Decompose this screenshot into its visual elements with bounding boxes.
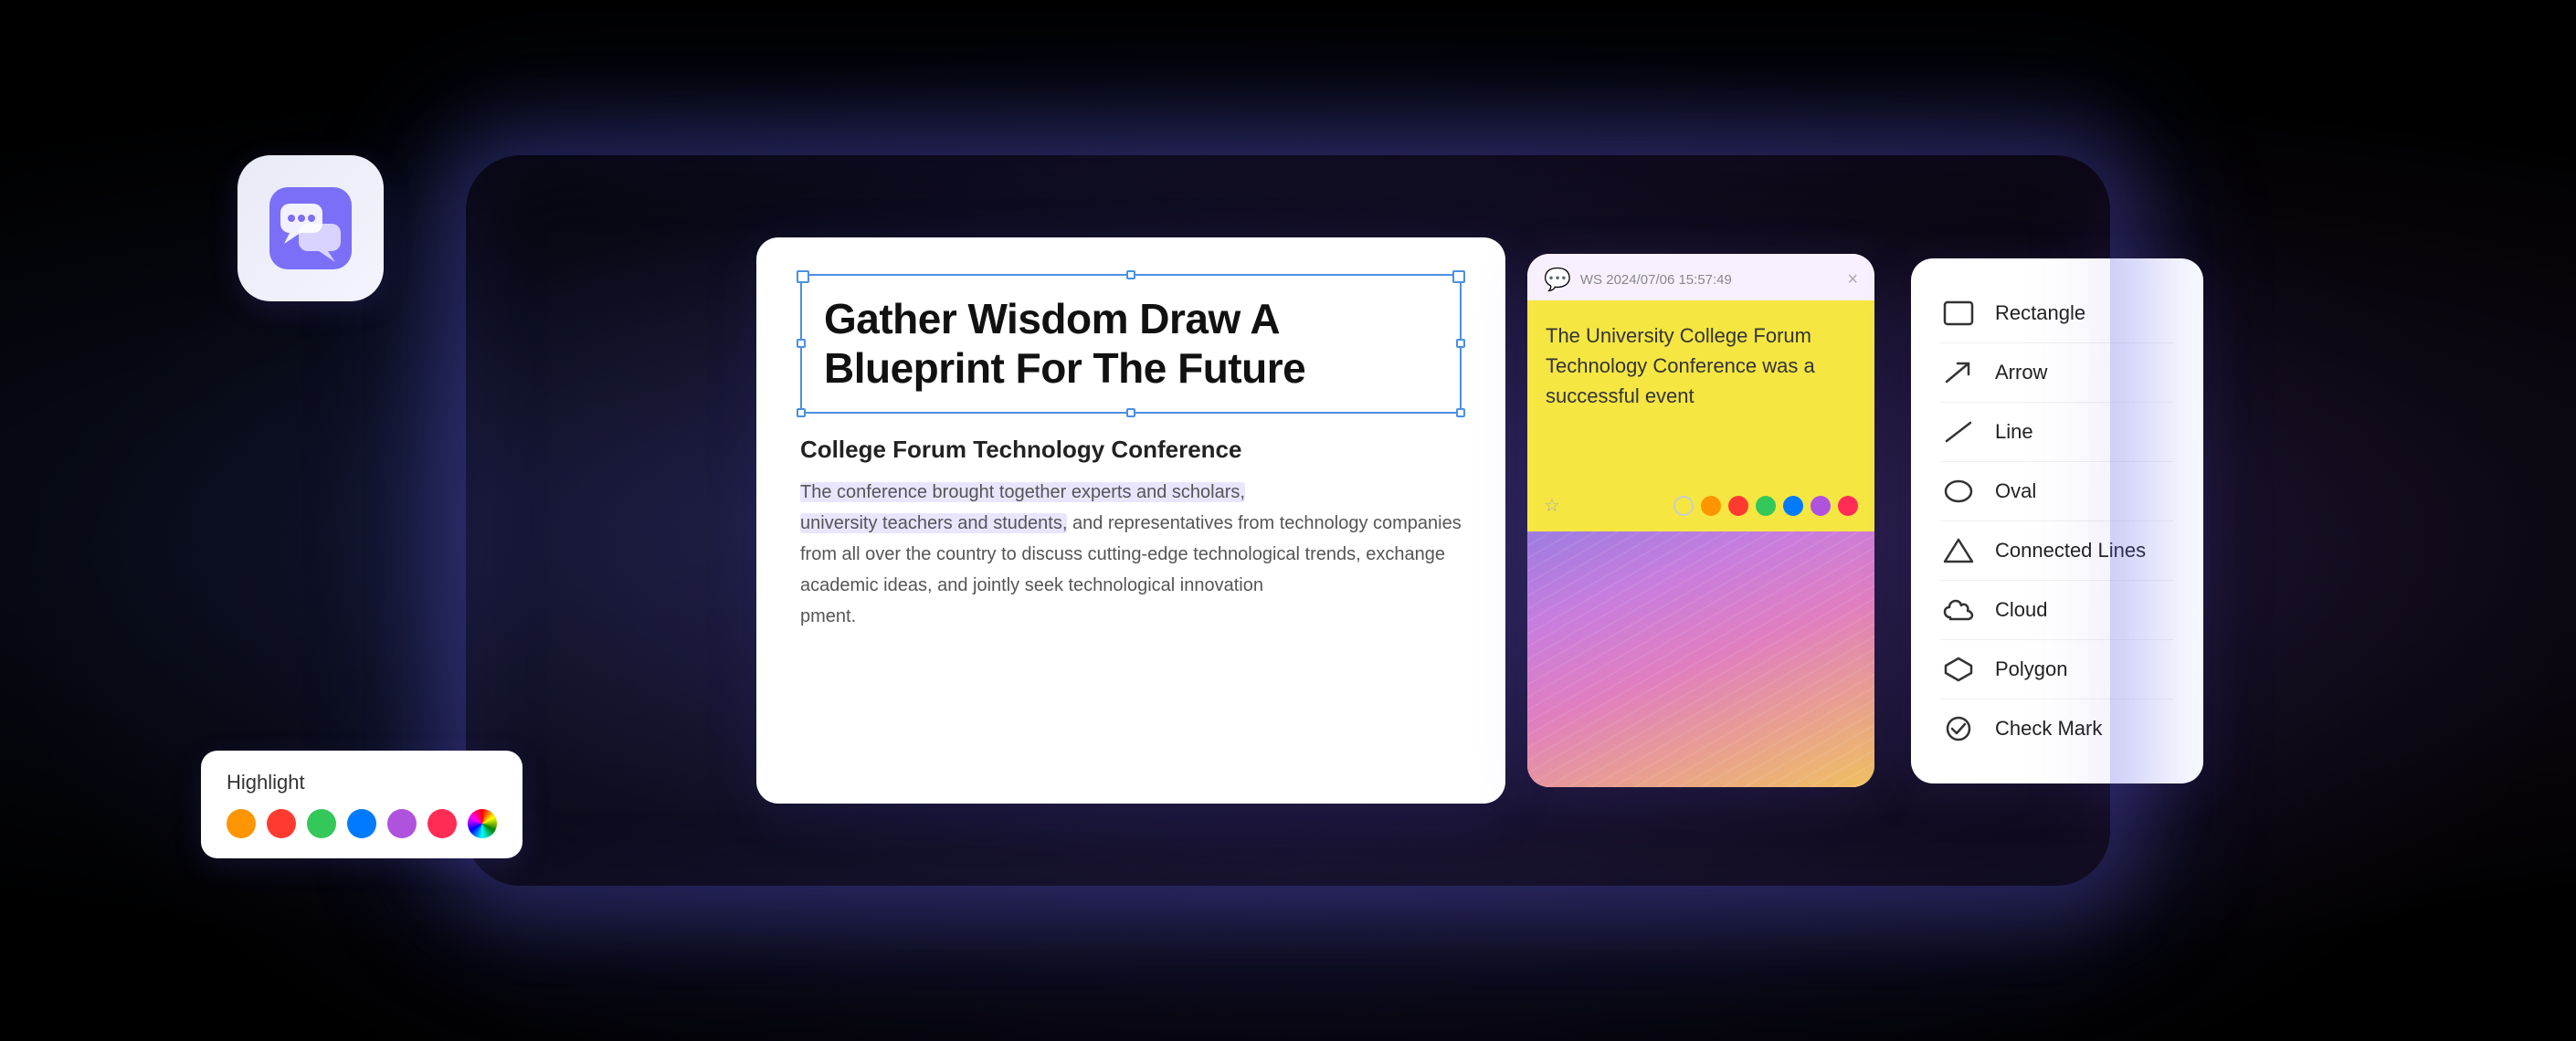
main-document-card: Gather Wisdom Draw A Blueprint For The F… bbox=[756, 237, 1505, 804]
shape-item-rectangle[interactable]: Rectangle bbox=[1940, 284, 2174, 343]
app-icon bbox=[238, 155, 384, 301]
handle-br bbox=[1456, 408, 1465, 417]
handle-lm bbox=[797, 339, 806, 348]
body-text-normal-2: pment. bbox=[800, 606, 856, 626]
shape-label-oval: Oval bbox=[1995, 479, 2036, 503]
color-pink[interactable] bbox=[428, 809, 457, 838]
note-footer: ☆ bbox=[1527, 483, 1874, 531]
section-title: College Forum Technology Conference bbox=[800, 436, 1462, 464]
note-color-orange[interactable] bbox=[1701, 496, 1721, 516]
cloud-icon bbox=[1940, 592, 1977, 628]
oval-icon bbox=[1940, 473, 1977, 510]
shape-item-check-mark[interactable]: Check Mark bbox=[1940, 699, 2174, 758]
color-green[interactable] bbox=[307, 809, 336, 838]
arrow-icon bbox=[1940, 354, 1977, 391]
shape-label-rectangle: Rectangle bbox=[1995, 301, 2085, 325]
shape-item-cloud[interactable]: Cloud bbox=[1940, 581, 2174, 640]
note-color-green[interactable] bbox=[1756, 496, 1776, 516]
check-mark-icon bbox=[1940, 710, 1977, 747]
body-text-highlighted-1: The conference brought together experts … bbox=[800, 482, 1245, 502]
shape-label-arrow: Arrow bbox=[1995, 361, 2047, 384]
note-image-waves bbox=[1527, 531, 1874, 787]
note-top: 💬 WS 2024/07/06 15:57:49 × bbox=[1527, 254, 1874, 300]
app-icon-wrapper bbox=[238, 155, 384, 301]
color-blue[interactable] bbox=[347, 809, 376, 838]
body-text-highlighted-2: university teachers and students, bbox=[800, 513, 1067, 533]
note-close-button[interactable]: × bbox=[1847, 269, 1858, 290]
note-color-purple[interactable] bbox=[1811, 496, 1831, 516]
note-color-yellow[interactable] bbox=[1673, 496, 1694, 516]
note-icon: 💬 bbox=[1544, 267, 1571, 293]
document-headline: Gather Wisdom Draw A Blueprint For The F… bbox=[824, 294, 1438, 394]
highlight-panel: Highlight bbox=[201, 751, 523, 858]
sticky-note-text: The University College Forum Technology … bbox=[1546, 321, 1856, 411]
handle-tm bbox=[1126, 270, 1135, 279]
handle-bl bbox=[797, 408, 806, 417]
sticky-note-card: 💬 WS 2024/07/06 15:57:49 × The Universit… bbox=[1527, 254, 1874, 787]
highlight-colors bbox=[227, 809, 497, 838]
doc-content: Gather Wisdom Draw A Blueprint For The F… bbox=[756, 237, 1505, 668]
note-meta: WS 2024/07/06 15:57:49 bbox=[1580, 272, 1847, 288]
shape-item-connected-lines[interactable]: Connected Lines bbox=[1940, 521, 2174, 581]
shape-label-check-mark: Check Mark bbox=[1995, 717, 2102, 741]
note-star-icon[interactable]: ☆ bbox=[1544, 494, 1560, 517]
note-color-red[interactable] bbox=[1728, 496, 1748, 516]
note-image bbox=[1527, 531, 1874, 787]
main-container: Gather Wisdom Draw A Blueprint For The F… bbox=[100, 237, 2476, 804]
shapes-panel: Rectangle Arrow Line bbox=[1911, 258, 2203, 783]
shape-label-line: Line bbox=[1995, 420, 2033, 444]
connected-lines-icon bbox=[1940, 532, 1977, 569]
color-multicolor[interactable] bbox=[468, 809, 497, 838]
shape-item-polygon[interactable]: Polygon bbox=[1940, 640, 2174, 699]
body-text: The conference brought together experts … bbox=[800, 477, 1462, 632]
color-orange[interactable] bbox=[227, 809, 256, 838]
polygon-icon bbox=[1940, 651, 1977, 688]
shape-item-arrow[interactable]: Arrow bbox=[1940, 343, 2174, 403]
rectangle-icon bbox=[1940, 295, 1977, 331]
shape-label-connected-lines: Connected Lines bbox=[1995, 539, 2146, 563]
sticky-note-body: The University College Forum Technology … bbox=[1527, 300, 1874, 483]
app-icon-svg bbox=[269, 187, 352, 269]
shape-item-line[interactable]: Line bbox=[1940, 403, 2174, 462]
highlight-label: Highlight bbox=[227, 771, 497, 794]
shape-label-polygon: Polygon bbox=[1995, 657, 2068, 681]
shape-label-cloud: Cloud bbox=[1995, 598, 2047, 622]
headline-selection-box: Gather Wisdom Draw A Blueprint For The F… bbox=[800, 274, 1462, 414]
handle-bm bbox=[1126, 408, 1135, 417]
color-purple[interactable] bbox=[387, 809, 417, 838]
shape-item-oval[interactable]: Oval bbox=[1940, 462, 2174, 521]
line-icon bbox=[1940, 414, 1977, 450]
note-color-blue[interactable] bbox=[1783, 496, 1803, 516]
color-red[interactable] bbox=[267, 809, 296, 838]
note-color-swatches bbox=[1673, 496, 1858, 516]
note-color-pink[interactable] bbox=[1838, 496, 1858, 516]
handle-rm bbox=[1456, 339, 1465, 348]
